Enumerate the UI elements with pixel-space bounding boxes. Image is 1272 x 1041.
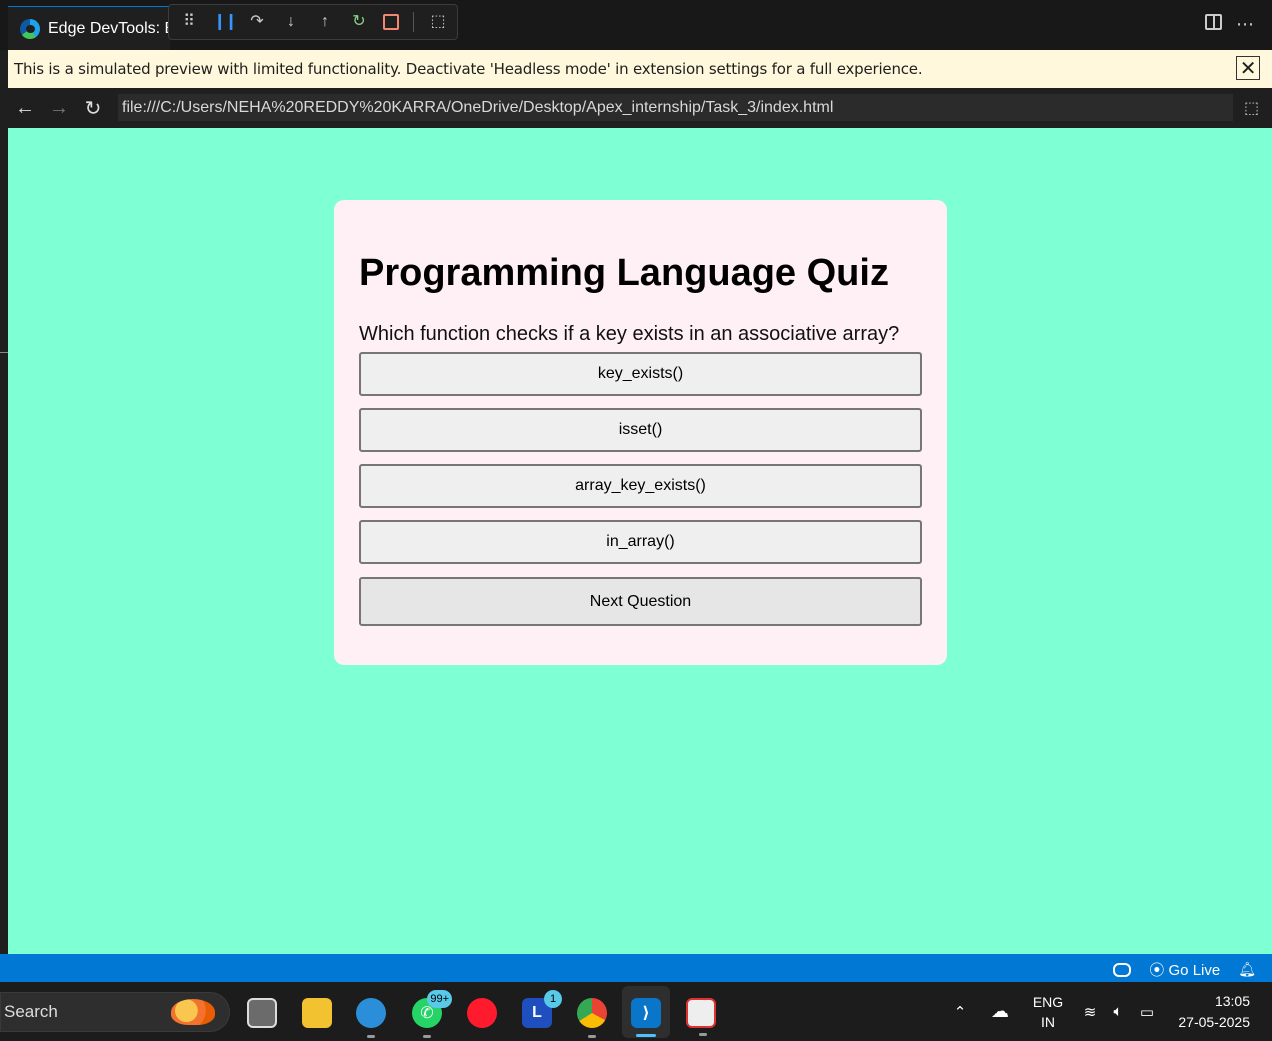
question-text: Which function checks if a key exists in…: [359, 323, 900, 345]
refresh-button[interactable]: ↻: [76, 96, 110, 121]
inspect-icon[interactable]: ⬚: [428, 12, 448, 32]
go-live-label: Go Live: [1168, 962, 1221, 979]
date: 27-05-2025: [1178, 1013, 1250, 1030]
option-button[interactable]: array_key_exists(): [359, 464, 922, 508]
answer-options: key_exists() isset() array_key_exists() …: [359, 352, 922, 564]
toolbar-divider: [413, 12, 414, 32]
back-button[interactable]: ←: [8, 97, 42, 120]
active-indicator: [636, 1034, 656, 1037]
battery-icon[interactable]: ▭: [1132, 1003, 1162, 1021]
option-button[interactable]: isset(): [359, 408, 922, 452]
edge-browser-icon[interactable]: [356, 998, 386, 1038]
left-edge: [0, 128, 8, 954]
chevron-up-icon[interactable]: ⌃: [940, 1003, 980, 1021]
running-indicator: [367, 1035, 375, 1038]
screencast-inspect-icon[interactable]: ⬚: [1244, 98, 1264, 118]
language-top: ENG: [1032, 993, 1064, 1010]
title-actions: ⋯: [1205, 14, 1254, 35]
tab-edge-devtools[interactable]: Edge DevTools: B: [8, 6, 170, 50]
language-indicator[interactable]: ENG IN: [1020, 992, 1076, 1032]
running-indicator: [699, 1033, 707, 1036]
url-input[interactable]: file:///C:/Users/NEHA%20REDDY%20KARRA/On…: [118, 94, 1233, 121]
edge-icon: [20, 18, 40, 39]
stop-icon[interactable]: [383, 14, 399, 30]
status-items: ⦿ Go Live 🔔︎: [1113, 959, 1256, 980]
headless-notice: This is a simulated preview with limited…: [8, 50, 1272, 88]
system-tray: ⌃ ☁ ENG IN ≋ 🔈︎ ▭ 13:05 27-05-2025: [940, 982, 1272, 1041]
step-into-icon[interactable]: ↓: [281, 12, 301, 32]
clock[interactable]: 13:05 27-05-2025: [1162, 991, 1272, 1033]
broadcast-icon: ⦿: [1149, 962, 1165, 979]
taskbar-search[interactable]: Search: [0, 992, 230, 1032]
tab-title: Edge DevTools: B: [48, 19, 170, 37]
whatsapp-icon[interactable]: ✆ 99+: [412, 990, 452, 1038]
split-editor-icon[interactable]: [1205, 14, 1222, 30]
status-bar: ⦿ Go Live 🔔︎: [0, 954, 1272, 982]
task-view-icon[interactable]: [247, 998, 277, 1028]
wifi-icon[interactable]: ≋: [1076, 1003, 1104, 1021]
taskbar: Search ✆ 99+ L 1 ⟩ ⌃ ☁ ENG IN ≋ 🔈︎ ▭ 13:…: [0, 982, 1272, 1041]
copilot-icon[interactable]: [1113, 962, 1132, 977]
vscode-icon[interactable]: ⟩: [631, 998, 661, 1028]
time: 13:05: [1214, 992, 1250, 1009]
step-over-icon[interactable]: ↷: [247, 12, 267, 32]
running-indicator: [423, 1035, 431, 1038]
option-button[interactable]: key_exists(): [359, 352, 922, 396]
close-icon[interactable]: ✕: [1236, 56, 1260, 80]
l-app-badge: 1: [544, 990, 562, 1008]
running-indicator: [588, 1035, 596, 1038]
more-actions-icon[interactable]: ⋯: [1236, 14, 1254, 35]
step-out-icon[interactable]: ↑: [315, 12, 335, 32]
chrome-icon[interactable]: [577, 998, 607, 1038]
option-button[interactable]: in_array(): [359, 520, 922, 564]
window-titlebar: Edge DevTools: B ⠿ ❙❙ ↷ ↓ ↑ ↻ ⬚ ⋯: [0, 0, 1272, 50]
file-explorer-icon[interactable]: [302, 998, 332, 1028]
language-bottom: IN: [1041, 1013, 1055, 1030]
debug-toolbar: ⠿ ❙❙ ↷ ↓ ↑ ↻ ⬚: [168, 4, 458, 40]
snipping-tool-icon[interactable]: [686, 998, 716, 1036]
page-title: Programming Language Quiz: [359, 252, 889, 294]
search-label: Search: [4, 1002, 58, 1021]
restart-icon[interactable]: ↻: [349, 12, 369, 32]
address-bar: ← → ↻ file:///C:/Users/NEHA%20REDDY%20KA…: [8, 88, 1272, 128]
opera-icon[interactable]: [467, 998, 497, 1028]
whatsapp-badge: 99+: [427, 990, 452, 1008]
go-live-button[interactable]: ⦿ Go Live: [1149, 959, 1220, 980]
onedrive-cloud-icon[interactable]: ☁: [980, 1001, 1020, 1022]
notifications-bell-icon[interactable]: 🔔︎: [1238, 961, 1256, 978]
l-app-icon[interactable]: L 1: [522, 990, 562, 1028]
drag-handle-icon[interactable]: ⠿: [179, 12, 199, 32]
forward-button[interactable]: →: [42, 97, 76, 120]
volume-icon[interactable]: 🔈︎: [1104, 1003, 1132, 1020]
pause-icon[interactable]: ❙❙: [213, 12, 238, 32]
notice-text: This is a simulated preview with limited…: [14, 60, 923, 78]
next-question-button[interactable]: Next Question: [359, 577, 922, 626]
quiz-card: Programming Language Quiz Which function…: [334, 200, 947, 665]
page-viewport: Programming Language Quiz Which function…: [8, 128, 1272, 954]
search-highlight-icon: [171, 999, 215, 1025]
